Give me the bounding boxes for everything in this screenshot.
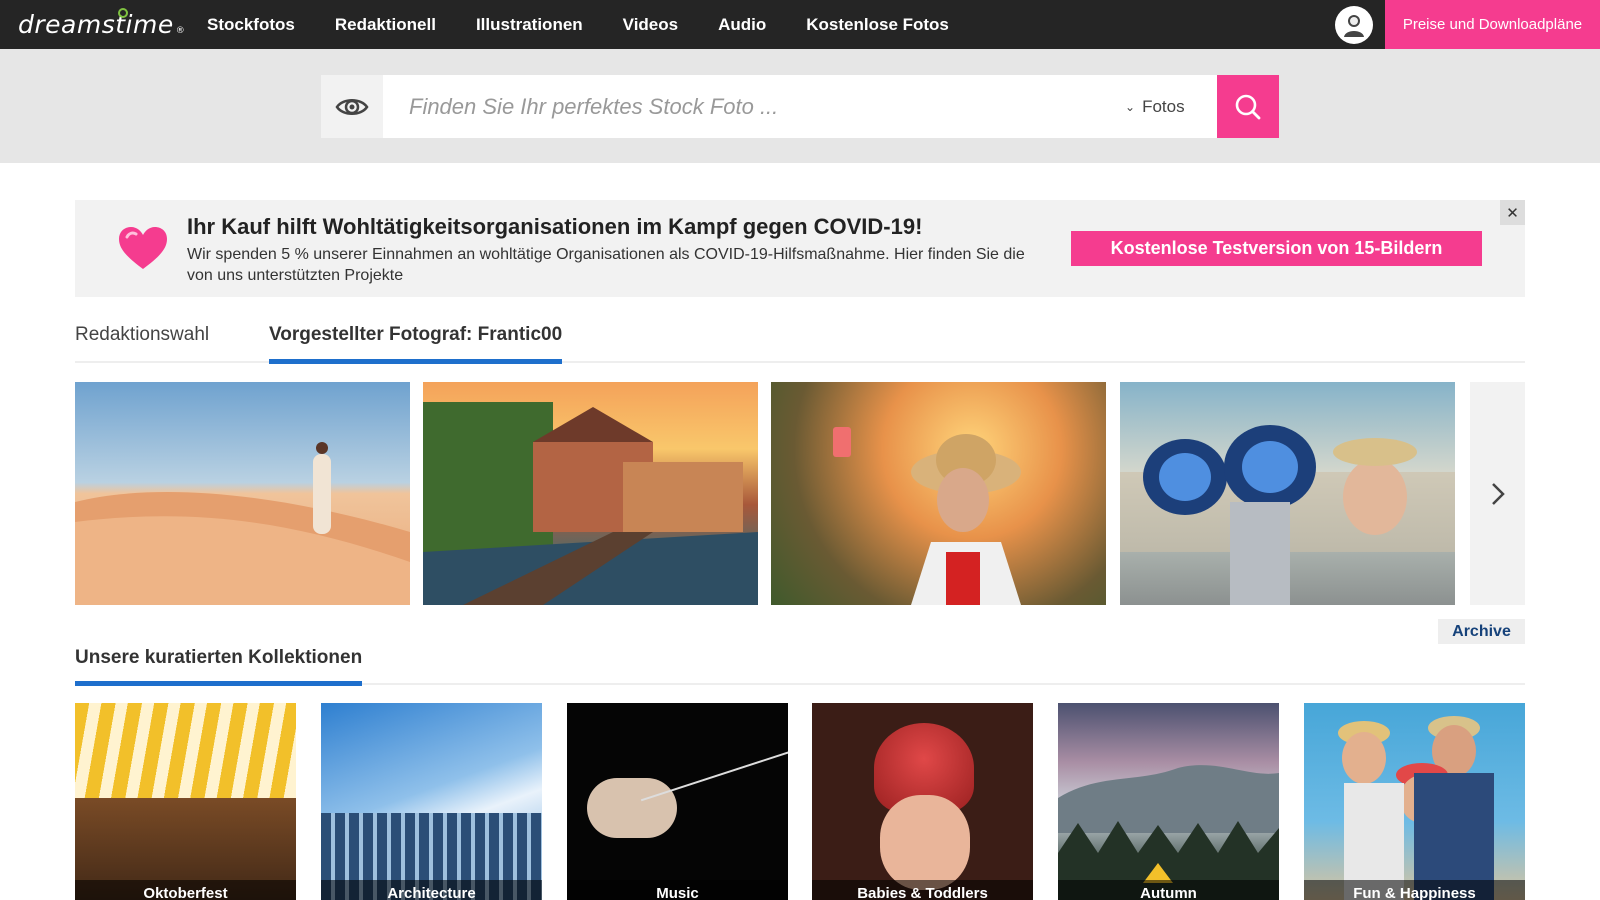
collection-card[interactable]: Autumn (1058, 703, 1279, 900)
search-button[interactable] (1217, 75, 1279, 138)
search-input[interactable] (383, 75, 1125, 138)
logo-registered-mark: ® (175, 26, 186, 36)
baby-face (880, 795, 970, 890)
pricing-button[interactable]: Preise und Downloadpläne (1385, 0, 1600, 49)
featured-photo-selfie[interactable] (771, 382, 1106, 605)
featured-photo-old-town-houses[interactable] (423, 382, 758, 605)
nav-illustrationen[interactable]: Illustrationen (476, 15, 583, 35)
nav-redaktionell[interactable]: Redaktionell (335, 15, 436, 35)
binoculars-illustration (1120, 425, 1455, 605)
collection-label: Architecture (321, 880, 542, 900)
collection-image (587, 778, 677, 838)
strip-next-button[interactable] (1470, 382, 1525, 605)
user-icon (1344, 15, 1364, 37)
tab-editors-choice[interactable]: Redaktionswahl (75, 324, 209, 346)
collection-card[interactable]: Oktoberfest (75, 703, 296, 900)
collection-card[interactable]: Music (567, 703, 788, 900)
featured-photo-woman-in-desert[interactable] (75, 382, 410, 605)
logo-swirl-icon (118, 8, 128, 18)
dreamstime-logo[interactable]: dreamstime ® (18, 8, 185, 40)
collections-title: Unsere kuratierten Kollektionen (75, 647, 363, 686)
collection-label: Fun & Happiness (1304, 880, 1525, 900)
nav-kostenlose-fotos[interactable]: Kostenlose Fotos (806, 15, 949, 35)
chevron-right-icon (1491, 482, 1505, 505)
houses-illustration (423, 402, 758, 605)
archive-button[interactable]: Archive (1438, 619, 1525, 644)
collection-label: Babies & Toddlers (812, 880, 1033, 900)
collection-image (1338, 716, 1494, 900)
collection-card[interactable]: Fun & Happiness (1304, 703, 1525, 900)
featured-photo-binoculars[interactable] (1120, 382, 1455, 605)
free-trial-button[interactable]: Kostenlose Testversion von 15-Bildern (1071, 231, 1482, 266)
main-nav: Stockfotos Redaktionell Illustrationen V… (207, 0, 989, 49)
visual-search-button[interactable] (321, 75, 383, 138)
nav-videos[interactable]: Videos (623, 15, 678, 35)
banner-title: Ihr Kauf hilft Wohltätigkeitsorganisatio… (187, 214, 923, 239)
heart-icon (119, 227, 167, 269)
collection-label: Oktoberfest (75, 880, 296, 900)
close-banner-button[interactable]: ✕ (1500, 200, 1525, 225)
nav-stockfotos[interactable]: Stockfotos (207, 15, 295, 35)
selfie-illustration (833, 427, 1021, 605)
search-type-select[interactable]: ⌄ Fotos (1125, 75, 1217, 138)
top-navigation-bar: dreamstime ® Stockfotos Redaktionell Ill… (0, 0, 1600, 49)
user-avatar[interactable] (1335, 6, 1373, 44)
nav-audio[interactable]: Audio (718, 15, 766, 35)
chevron-down-icon: ⌄ (1125, 99, 1136, 114)
logo-text: dreamstime (18, 9, 174, 39)
search-bar: ⌄ Fotos (321, 75, 1279, 138)
featured-tabs: Redaktionswahl Vorgestellter Fotograf: F… (75, 320, 1525, 364)
conductor-baton (640, 746, 788, 802)
banner-text: Wir spenden 5 % unserer Einnahmen an woh… (187, 246, 1025, 284)
search-type-value: Fotos (1142, 96, 1185, 116)
collection-image (1058, 765, 1279, 900)
eye-icon (335, 98, 369, 115)
collection-card[interactable]: Architecture (321, 703, 542, 900)
tab-featured-photographer[interactable]: Vorgestellter Fotograf: Frantic00 (269, 324, 563, 364)
collection-label: Music (567, 880, 788, 900)
desert-illustration (75, 442, 410, 605)
covid-charity-banner: Ihr Kauf hilft Wohltätigkeitsorganisatio… (75, 200, 1525, 297)
search-icon (1235, 94, 1261, 119)
collection-card[interactable]: Babies & Toddlers (812, 703, 1033, 900)
collections-header: Unsere kuratierten Kollektionen (75, 645, 1525, 686)
collection-label: Autumn (1058, 880, 1279, 900)
